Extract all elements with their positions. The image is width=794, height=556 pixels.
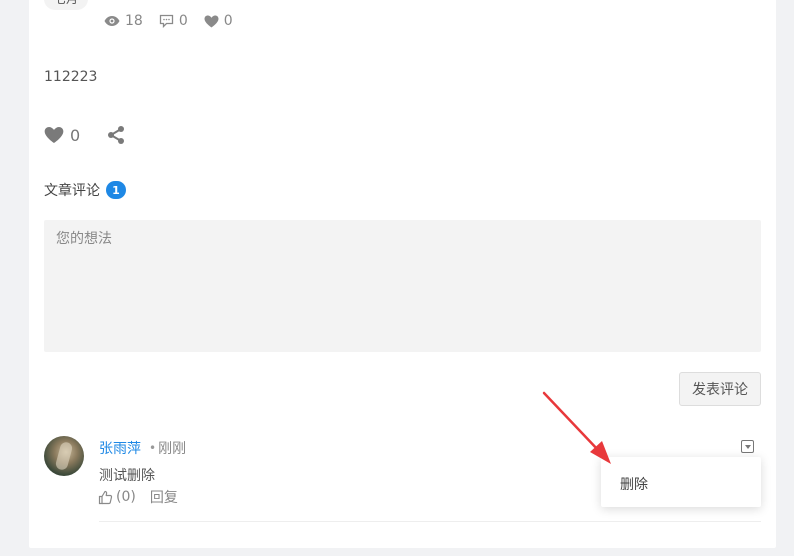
comment-like-button[interactable]: (0): [98, 489, 136, 505]
comment-icon: [159, 14, 173, 28]
comment-input[interactable]: [44, 220, 761, 352]
post-actions: 0: [44, 125, 126, 145]
heart-icon: [204, 15, 219, 27]
comment-author[interactable]: 张雨萍: [99, 438, 141, 458]
views-count: 18: [125, 13, 143, 29]
comment-time: 刚刚: [158, 441, 187, 457]
date-chip: 七月: [44, 0, 88, 10]
thumbs-up-icon: [98, 490, 113, 504]
delete-menu-item[interactable]: 删除: [620, 474, 648, 494]
comment-header: 张雨萍 • 刚刚: [99, 438, 186, 458]
comment-separator: •: [149, 441, 157, 455]
share-icon: [108, 126, 125, 144]
heart-icon: [44, 127, 64, 143]
comment-actions: (0) 回复: [98, 487, 178, 507]
like-button[interactable]: 0: [44, 126, 80, 145]
comment-like-count: (0): [116, 489, 136, 505]
likes-count: 0: [223, 13, 233, 29]
views-stat: 18: [104, 13, 143, 29]
avatar[interactable]: [44, 436, 84, 476]
comments-count: 0: [178, 13, 188, 29]
likes-stat: 0: [204, 13, 233, 29]
comment-menu-toggle[interactable]: [741, 440, 754, 453]
comment-count-badge: 1: [106, 181, 126, 199]
like-count: 0: [70, 125, 81, 145]
comments-stat: 0: [159, 13, 188, 29]
comment-dropdown-menu: 删除: [601, 457, 761, 507]
comments-heading: 文章评论 1: [44, 180, 126, 200]
submit-comment-button[interactable]: 发表评论: [679, 372, 761, 406]
post-stats: 18 0 0: [104, 13, 233, 29]
comment-divider: [99, 521, 761, 522]
chevron-down-icon: [744, 444, 751, 449]
comments-title-text: 文章评论: [44, 183, 100, 199]
share-button[interactable]: [106, 125, 126, 145]
comment-text: 测试删除: [99, 468, 155, 484]
eye-icon: [104, 16, 120, 26]
month-label: 七月: [54, 0, 78, 10]
post-content: 112223: [44, 69, 98, 85]
reply-button[interactable]: 回复: [150, 487, 178, 507]
